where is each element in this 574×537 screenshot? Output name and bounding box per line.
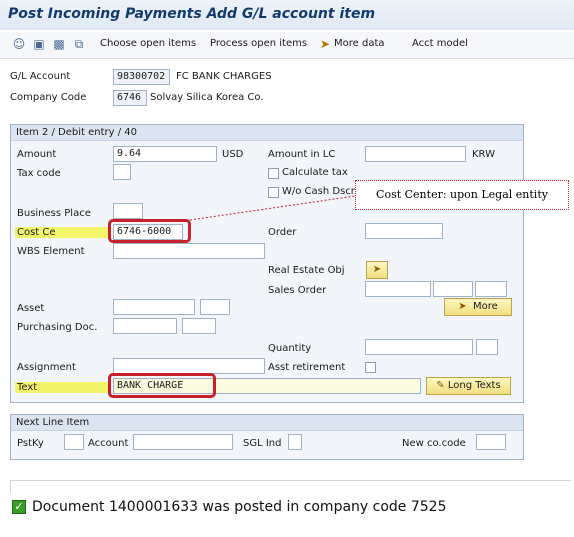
status-message[interactable]: Document 1400001633 was posted in compan… (32, 499, 447, 515)
annotation-callout: Cost Center: upon Legal entity (355, 180, 569, 210)
success-check-icon: ✓ (12, 500, 26, 514)
callout-connector-line (189, 195, 356, 221)
callout-connector (189, 195, 356, 221)
status-bar-frame (10, 480, 571, 493)
